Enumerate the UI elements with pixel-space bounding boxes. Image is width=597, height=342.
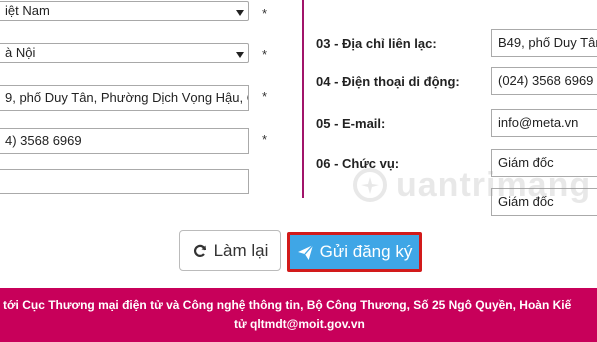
mobile-phone-input[interactable]: (024) 3568 6969 <box>491 67 597 95</box>
contact-address-input[interactable]: B49, phố Duy Tân <box>491 29 597 57</box>
footer-email-line: tử qltmdt@moit.gov.vn <box>234 317 365 331</box>
email-input-value: info@meta.vn <box>498 115 579 130</box>
phone-input-value: 4) 3568 6969 <box>5 133 82 148</box>
submit-button[interactable]: Gửi đăng ký <box>287 232 422 272</box>
refresh-icon <box>193 244 206 257</box>
city-select-value: à Nội <box>5 45 36 60</box>
position-input[interactable]: Giám đốc <box>491 149 597 177</box>
required-mark-phone: * <box>262 132 268 147</box>
quantrimang-logo-icon <box>353 168 387 202</box>
extra-input[interactable] <box>0 169 249 194</box>
email-input[interactable]: info@meta.vn <box>491 109 597 137</box>
address-input-value: 9, phố Duy Tân, Phường Dịch Vọng Hậu, Qu <box>5 90 249 105</box>
position-input-secondary[interactable]: Giám đốc <box>491 188 597 216</box>
address-contact-label: 03 - Địa chỉ liên lạc: <box>316 36 437 51</box>
position-input-secondary-value: Giám đốc <box>498 194 554 209</box>
chevron-down-icon <box>236 10 244 16</box>
contact-address-input-value: B49, phố Duy Tân <box>498 35 597 50</box>
country-select[interactable]: iệt Nam <box>0 1 249 21</box>
column-divider <box>302 0 304 198</box>
footer-bar: tới Cục Thương mại điện tử và Công nghệ … <box>0 288 597 342</box>
required-mark-city: * <box>262 47 268 62</box>
reset-button-label: Làm lại <box>213 240 269 260</box>
submit-button-label: Gửi đăng ký <box>319 242 413 261</box>
required-mark-country: * <box>262 6 268 21</box>
phone-input[interactable]: 4) 3568 6969 <box>0 128 249 154</box>
footer-address-line: tới Cục Thương mại điện tử và Công nghệ … <box>3 298 572 312</box>
chevron-down-icon <box>236 52 244 58</box>
required-mark-address: * <box>262 89 268 104</box>
address-input[interactable]: 9, phố Duy Tân, Phường Dịch Vọng Hậu, Qu <box>0 85 249 111</box>
city-select[interactable]: à Nội <box>0 43 249 63</box>
mobile-phone-label: 04 - Điện thoại di động: <box>316 74 460 89</box>
email-label: 05 - E-mail: <box>316 116 386 131</box>
position-label: 06 - Chức vụ: <box>316 156 400 171</box>
mobile-phone-input-value: (024) 3568 6969 <box>498 73 594 88</box>
position-input-value: Giám đốc <box>498 155 554 170</box>
paper-plane-icon <box>297 244 314 260</box>
reset-button[interactable]: Làm lại <box>179 230 281 271</box>
country-select-value: iệt Nam <box>5 3 50 18</box>
